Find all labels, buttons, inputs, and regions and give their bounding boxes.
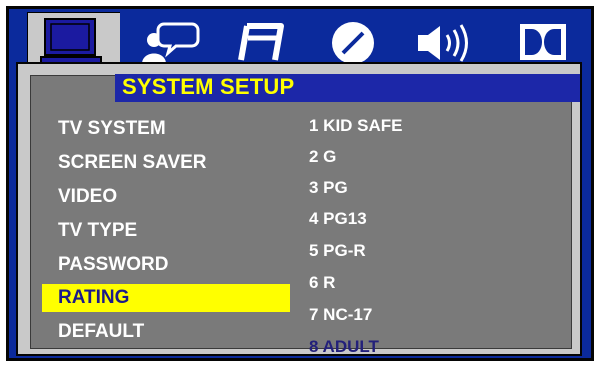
rating-option-2[interactable]: 2 G xyxy=(309,144,336,170)
menu-item-video[interactable]: VIDEO xyxy=(58,183,117,211)
video-tab[interactable] xyxy=(318,18,388,68)
menu-item-tv-type[interactable]: TV TYPE xyxy=(58,217,137,245)
rating-option-6[interactable]: 6 R xyxy=(309,270,335,296)
rating-option-5[interactable]: 5 PG-R xyxy=(309,238,366,264)
music-note-icon xyxy=(238,23,284,61)
speaker-tab[interactable] xyxy=(410,18,480,68)
menu-item-default[interactable]: DEFAULT xyxy=(58,318,144,346)
rating-option-1[interactable]: 1 KID SAFE xyxy=(309,113,403,139)
menu-item-tv-system[interactable]: TV SYSTEM xyxy=(58,115,166,143)
rating-option-7[interactable]: 7 NC-17 xyxy=(309,302,372,328)
speaker-icon xyxy=(418,24,468,62)
rating-option-8[interactable]: 8 ADULT xyxy=(309,334,379,360)
panel-title: SYSTEM SETUP xyxy=(122,74,295,99)
rating-option-3[interactable]: 3 PG xyxy=(309,175,348,201)
rating-option-4[interactable]: 4 PG13 xyxy=(309,206,367,232)
menu-item-rating[interactable]: RATING xyxy=(42,284,290,312)
person-speech-icon xyxy=(142,22,200,64)
menu-item-password[interactable]: PASSWORD xyxy=(58,251,168,279)
menu-item-screen-saver[interactable]: SCREEN SAVER xyxy=(58,149,207,177)
dolby-icon xyxy=(520,24,566,60)
system-setup-tab[interactable] xyxy=(38,18,108,68)
language-tab[interactable] xyxy=(134,18,204,68)
audio-tab[interactable] xyxy=(226,18,296,68)
dolby-tab[interactable] xyxy=(508,18,578,68)
